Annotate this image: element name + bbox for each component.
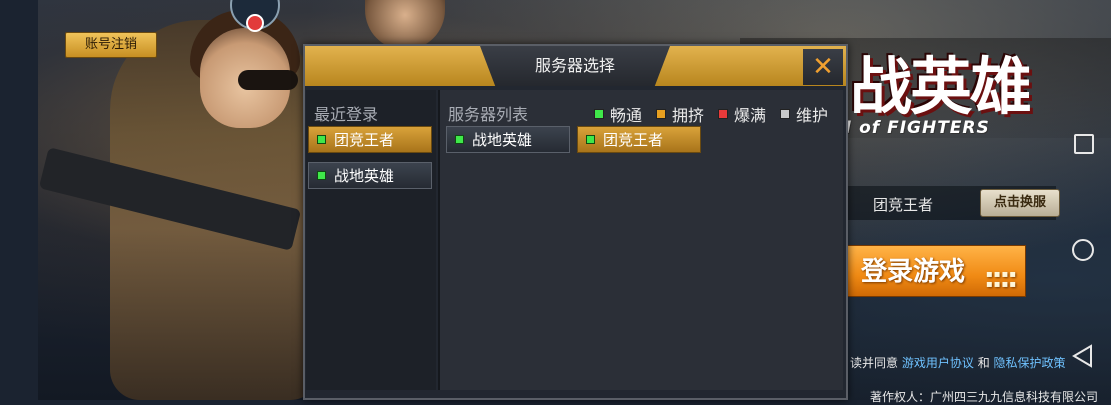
server-list-title: 服务器列表 <box>448 105 529 124</box>
user-agreement-link[interactable]: 游戏用户协议 <box>902 356 974 370</box>
login-game-button[interactable]: 登录游戏 ▪▪▪▪ ▪▪▪▪ <box>846 245 1026 297</box>
privacy-policy-link[interactable]: 隐私保护政策 <box>994 356 1066 370</box>
server-name: 战地英雄 <box>472 131 533 149</box>
decorative-dots: ▪▪▪▪ ▪▪▪▪ <box>985 269 1017 290</box>
status-smooth-icon <box>317 135 326 144</box>
character-sunglasses <box>238 70 298 90</box>
legend-item: 畅通 <box>594 102 642 126</box>
recent-apps-icon[interactable] <box>1074 134 1094 154</box>
legend-label: 拥挤 <box>672 106 705 125</box>
back-icon[interactable] <box>1070 343 1094 369</box>
legend-item: 爆满 <box>718 102 766 126</box>
legend-item: 维护 <box>780 102 828 126</box>
legend-label: 畅通 <box>610 106 643 125</box>
recent-server-item[interactable]: 战地英雄 <box>308 162 432 189</box>
login-game-label: 登录游戏 <box>861 257 966 287</box>
account-logout-button[interactable]: 账号注销 <box>65 32 157 58</box>
status-legend: 畅通 拥挤 爆满 维护 <box>594 102 828 126</box>
home-icon[interactable] <box>1072 239 1094 261</box>
server-name: 团竞王者 <box>603 131 664 149</box>
status-smooth-icon <box>594 109 604 119</box>
copyright-text: 著作权人：广州四三九九信息科技有限公司 <box>870 390 1099 404</box>
recent-server-item[interactable]: 团竞王者 <box>308 126 432 153</box>
agreement-prefix: 读并同意 <box>850 356 899 370</box>
server-list-item[interactable]: 战地英雄 <box>446 126 570 153</box>
agreement-text: 读并同意 游戏用户协议 和 隐私保护政策 <box>850 354 1066 371</box>
switch-server-button[interactable]: 点击换服 <box>980 189 1060 217</box>
left-edge <box>0 0 38 400</box>
agreement-and: 和 <box>977 356 990 370</box>
server-list-item[interactable]: 团竞王者 <box>577 126 701 153</box>
close-icon[interactable]: ✕ <box>803 49 843 85</box>
status-smooth-icon <box>455 135 464 144</box>
status-full-icon <box>718 109 729 119</box>
server-name: 团竞王者 <box>334 131 395 149</box>
notification-dot <box>246 14 264 32</box>
status-smooth-icon <box>317 171 326 180</box>
recent-login-title: 最近登录 <box>314 105 379 124</box>
status-maintenance-icon <box>780 109 791 119</box>
status-crowded-icon <box>656 109 667 119</box>
dialog-title: 服务器选择 <box>534 56 615 75</box>
legend-item: 拥挤 <box>656 102 704 126</box>
status-smooth-icon <box>586 135 595 144</box>
game-logo-title: 战英雄 <box>850 50 1032 123</box>
legend-label: 爆满 <box>734 106 767 125</box>
current-server-name: 团竞王者 <box>873 196 934 214</box>
server-name: 战地英雄 <box>334 167 395 185</box>
legend-label: 维护 <box>796 106 829 125</box>
